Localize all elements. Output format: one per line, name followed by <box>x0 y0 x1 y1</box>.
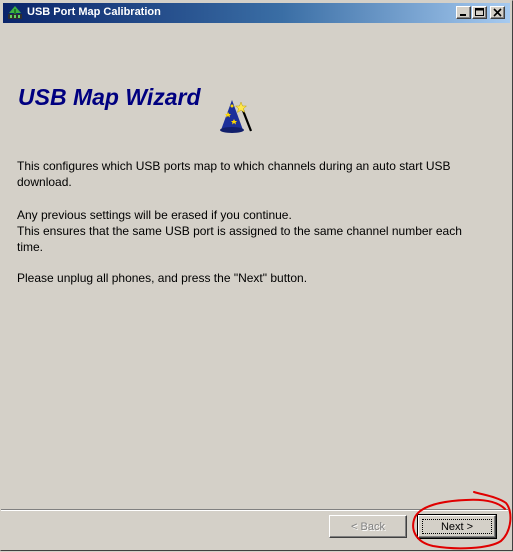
close-icon <box>493 8 502 17</box>
wizard-heading: USB Map Wizard <box>18 84 201 110</box>
button-separator <box>1 509 508 511</box>
intro-text: This configures which USB ports map to w… <box>17 159 451 189</box>
warning-text: Any previous settings will be erased if … <box>17 208 292 222</box>
explanation-text: This ensures that the same USB port is a… <box>17 224 462 254</box>
app-icon <box>7 5 23 21</box>
close-button[interactable] <box>490 6 505 19</box>
wizard-hat-icon <box>220 99 256 140</box>
minimize-icon <box>460 14 466 16</box>
title-bar[interactable]: USB Port Map Calibration <box>3 3 510 23</box>
back-button[interactable]: < Back <box>329 515 407 538</box>
next-button[interactable]: Next > <box>417 514 497 539</box>
wizard-window: USB Port Map Calibration USB Map Wizard <box>0 0 513 551</box>
instruction-text: Please unplug all phones, and press the … <box>17 271 308 285</box>
maximize-icon <box>475 8 484 16</box>
maximize-button[interactable] <box>472 6 487 19</box>
focus-rect <box>422 519 492 534</box>
minimize-button[interactable] <box>456 6 471 19</box>
window-title: USB Port Map Calibration <box>27 6 161 18</box>
